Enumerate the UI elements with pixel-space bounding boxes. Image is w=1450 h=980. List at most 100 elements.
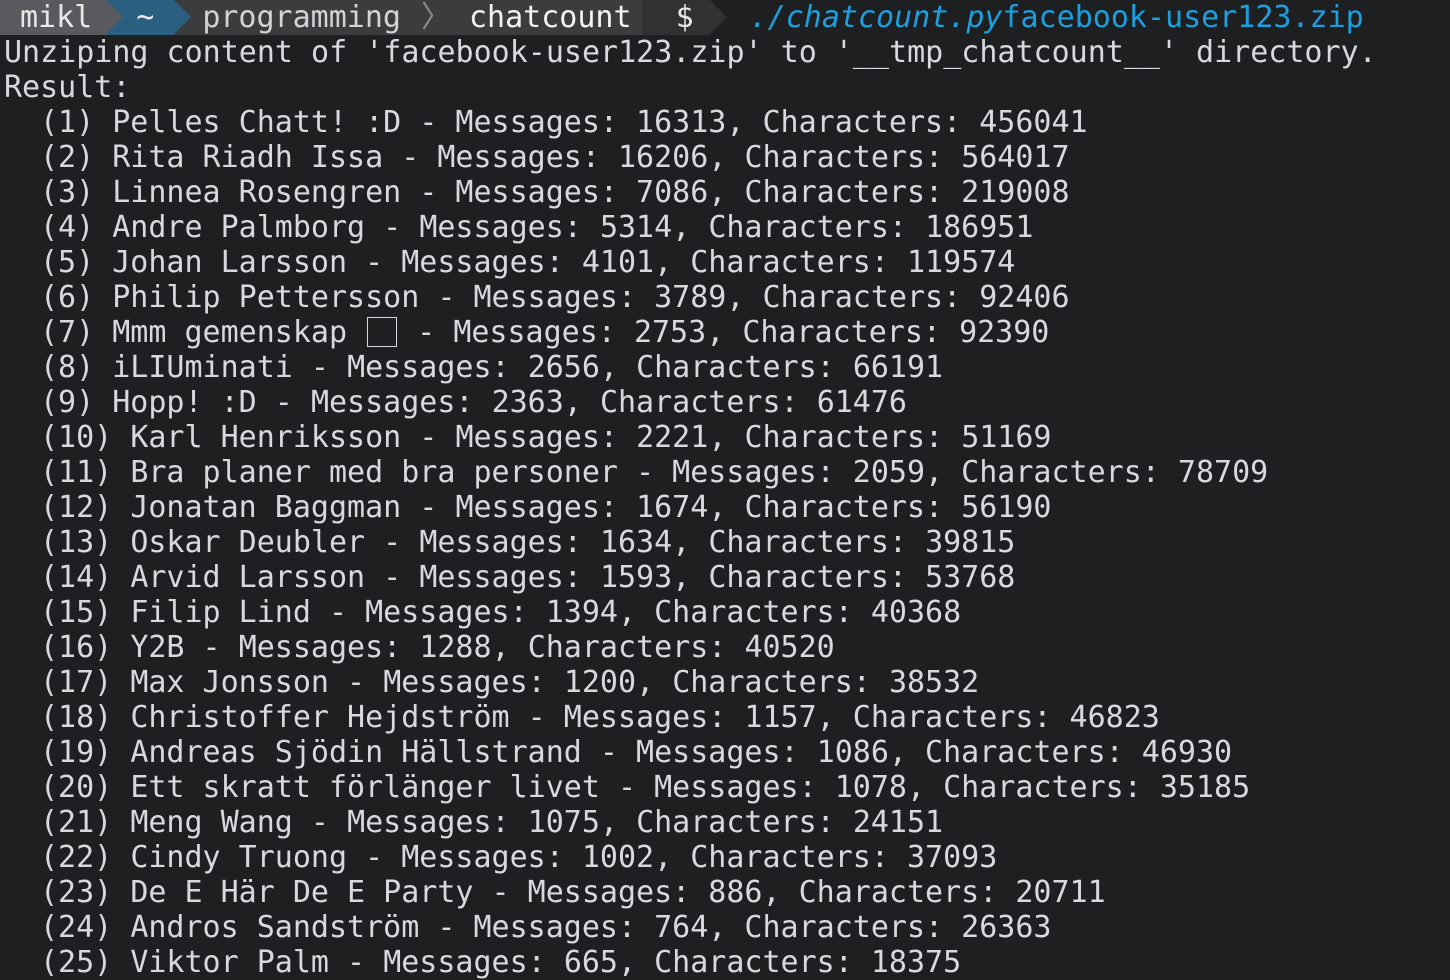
- result-comma: ,: [491, 630, 528, 665]
- characters-label: Characters:: [744, 140, 962, 175]
- prompt-symbol: $: [675, 0, 694, 35]
- messages-label: Messages:: [636, 735, 817, 770]
- result-index: (3): [40, 175, 95, 210]
- messages-label: Messages:: [419, 560, 600, 595]
- result-comma: ,: [708, 490, 745, 525]
- result-separator: -: [184, 630, 239, 665]
- result-messages: 1634: [599, 525, 673, 560]
- characters-label: Characters:: [961, 455, 1178, 490]
- result-name: Pelles Chatt! :D: [112, 105, 402, 140]
- result-name: Andros Sandström: [130, 910, 420, 945]
- result-characters: 46930: [1141, 735, 1233, 770]
- characters-label: Characters:: [708, 560, 926, 595]
- result-index: (16): [40, 630, 113, 665]
- messages-label: Messages:: [455, 175, 637, 210]
- result-separator: -: [599, 770, 655, 805]
- result-characters: 38532: [888, 665, 980, 700]
- result-comma: ,: [636, 665, 673, 700]
- result-separator: -: [329, 665, 384, 700]
- result-separator: -: [256, 385, 311, 420]
- result-comma: ,: [618, 595, 655, 630]
- prompt-dir-programming: programming: [202, 0, 401, 35]
- result-row: (2) Rita Riadh Issa - Messages: 16206, C…: [0, 140, 1450, 175]
- result-messages: 2059: [852, 455, 926, 490]
- terminal-window[interactable]: mikl ~ programming 〉 chatcount $ ./chatc…: [0, 0, 1450, 980]
- result-name: Viktor Palm: [130, 945, 329, 980]
- result-row: (25) Viktor Palm - Messages: 665, Charac…: [0, 945, 1450, 980]
- messages-label: Messages:: [310, 385, 492, 420]
- result-name: Linnea Rosengren: [112, 175, 402, 210]
- result-name: Hopp! :D: [112, 385, 257, 420]
- prompt-symbol-segment: $: [641, 0, 727, 35]
- characters-label: Characters:: [708, 210, 926, 245]
- result-separator: -: [365, 210, 420, 245]
- result-characters: 186951: [925, 210, 1034, 245]
- result-characters: 39815: [925, 525, 1016, 560]
- result-row: (15) Filip Lind - Messages: 1394, Charac…: [0, 595, 1450, 630]
- command-argument: facebook-user123.zip: [1002, 0, 1364, 35]
- result-comma: ,: [654, 840, 691, 875]
- result-characters: 20711: [1015, 875, 1106, 910]
- result-name: Johan Larsson: [112, 245, 348, 280]
- result-messages: 764: [654, 910, 709, 945]
- messages-label: Messages:: [654, 770, 835, 805]
- result-index: (4): [40, 210, 95, 245]
- result-name: Cindy Truong: [130, 840, 348, 875]
- characters-label: Characters:: [636, 805, 853, 840]
- powerline-arrow-icon: [106, 0, 124, 34]
- unzip-status-line: Unziping content of 'facebook-user123.zi…: [4, 35, 1377, 70]
- prompt-user-segment: mikl: [0, 0, 124, 35]
- result-name: Y2B: [130, 630, 185, 665]
- result-row: (8) iLIUminati - Messages: 2656, Charact…: [0, 350, 1450, 385]
- result-characters: 26363: [961, 910, 1052, 945]
- result-characters: 37093: [907, 840, 998, 875]
- result-row: (24) Andros Sandström - Messages: 764, C…: [0, 910, 1450, 945]
- messages-label: Messages:: [455, 490, 637, 525]
- prompt-home: ~: [136, 0, 155, 35]
- result-comma: ,: [706, 315, 743, 350]
- characters-label: Characters:: [690, 245, 907, 280]
- messages-label: Messages:: [437, 140, 618, 175]
- result-characters: 35185: [1159, 770, 1251, 805]
- result-row: (22) Cindy Truong - Messages: 1002, Char…: [0, 840, 1450, 875]
- result-separator: -: [310, 595, 366, 630]
- missing-glyph-icon: [367, 317, 398, 347]
- result-characters: 18375: [870, 945, 962, 980]
- result-row: (7) Mmm gemenskap - Messages: 2753, Char…: [0, 315, 1450, 350]
- result-name: Meng Wang: [130, 805, 293, 840]
- result-row: (9) Hopp! :D - Messages: 2363, Character…: [0, 385, 1450, 420]
- result-messages: 1394: [545, 595, 618, 630]
- characters-label: Characters:: [744, 910, 962, 945]
- result-index: (7): [40, 315, 95, 350]
- messages-label: Messages:: [365, 595, 546, 630]
- result-separator: -: [509, 700, 564, 735]
- result-row: (11) Bra planer med bra personer - Messa…: [0, 455, 1450, 490]
- result-comma: ,: [599, 350, 637, 385]
- result-comma: ,: [888, 735, 926, 770]
- result-name: Bra planer med bra personer: [130, 455, 618, 490]
- result-comma: ,: [672, 525, 709, 560]
- result-row: (23) De E Här De E Party - Messages: 886…: [0, 875, 1450, 910]
- characters-label: Characters:: [852, 700, 1070, 735]
- characters-label: Characters:: [744, 175, 962, 210]
- result-characters: 119574: [907, 245, 1016, 280]
- result-name: Ett skratt förlänger livet: [130, 770, 600, 805]
- result-comma: ,: [762, 875, 799, 910]
- result-separator: -: [347, 245, 402, 280]
- result-characters: 564017: [961, 140, 1070, 175]
- result-index: (11): [40, 455, 113, 490]
- result-characters: 53768: [925, 560, 1016, 595]
- result-row: (10) Karl Henriksson - Messages: 2221, C…: [0, 420, 1450, 455]
- characters-label: Characters:: [527, 630, 745, 665]
- result-index: (2): [40, 140, 95, 175]
- result-characters: 40368: [870, 595, 962, 630]
- result-comma: ,: [708, 420, 745, 455]
- result-characters: 92390: [959, 315, 1050, 350]
- command-input[interactable]: ./chatcount.py facebook-user123.zip: [710, 0, 1364, 35]
- characters-label: Characters:: [744, 420, 962, 455]
- result-index: (21): [40, 805, 113, 840]
- result-characters: 61476: [816, 385, 907, 420]
- result-separator: -: [329, 945, 384, 980]
- result-messages: 886: [708, 875, 763, 910]
- messages-label: Messages:: [455, 420, 637, 455]
